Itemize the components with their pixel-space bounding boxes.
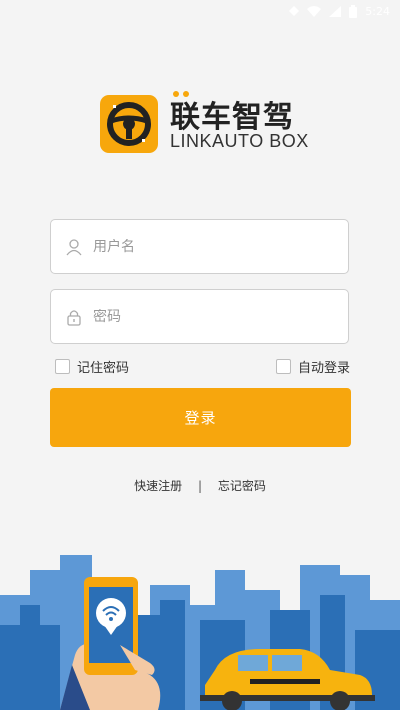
signal-dots-icon xyxy=(173,91,189,97)
signal-icon xyxy=(329,5,342,17)
brand-logo: 联车智驾 LINKAUTO BOX xyxy=(100,91,320,158)
username-field[interactable] xyxy=(50,219,349,274)
brand-name-cn: 联车智驾 xyxy=(170,100,294,135)
remember-password-label: 记住密码 xyxy=(77,361,130,376)
wifi-icon xyxy=(307,5,322,17)
brand-name-en: LINKAUTO BOX xyxy=(170,131,309,151)
status-time: 5:24 xyxy=(365,4,390,18)
notification-icon xyxy=(289,6,300,16)
auto-login-label: 自动登录 xyxy=(298,361,351,376)
battery-icon xyxy=(349,4,358,18)
link-separator: | xyxy=(197,479,203,493)
password-input[interactable] xyxy=(93,308,348,325)
checkbox-box[interactable] xyxy=(276,359,291,374)
steering-wheel-icon xyxy=(100,95,158,153)
status-bar: 5:24 xyxy=(0,0,400,22)
checkbox-box[interactable] xyxy=(55,359,70,374)
remember-password-checkbox[interactable]: 记住密码 xyxy=(55,357,129,376)
login-button[interactable]: 登录 xyxy=(50,388,351,447)
register-link[interactable]: 快速注册 xyxy=(134,477,182,494)
lock-icon xyxy=(63,306,85,328)
user-icon xyxy=(63,236,85,258)
auto-login-checkbox[interactable]: 自动登录 xyxy=(276,357,350,376)
username-input[interactable] xyxy=(93,238,348,255)
city-illustration xyxy=(0,555,400,710)
auth-links: 快速注册 | 忘记密码 xyxy=(0,477,400,494)
forgot-password-link[interactable]: 忘记密码 xyxy=(218,477,266,494)
password-field[interactable] xyxy=(50,289,349,344)
